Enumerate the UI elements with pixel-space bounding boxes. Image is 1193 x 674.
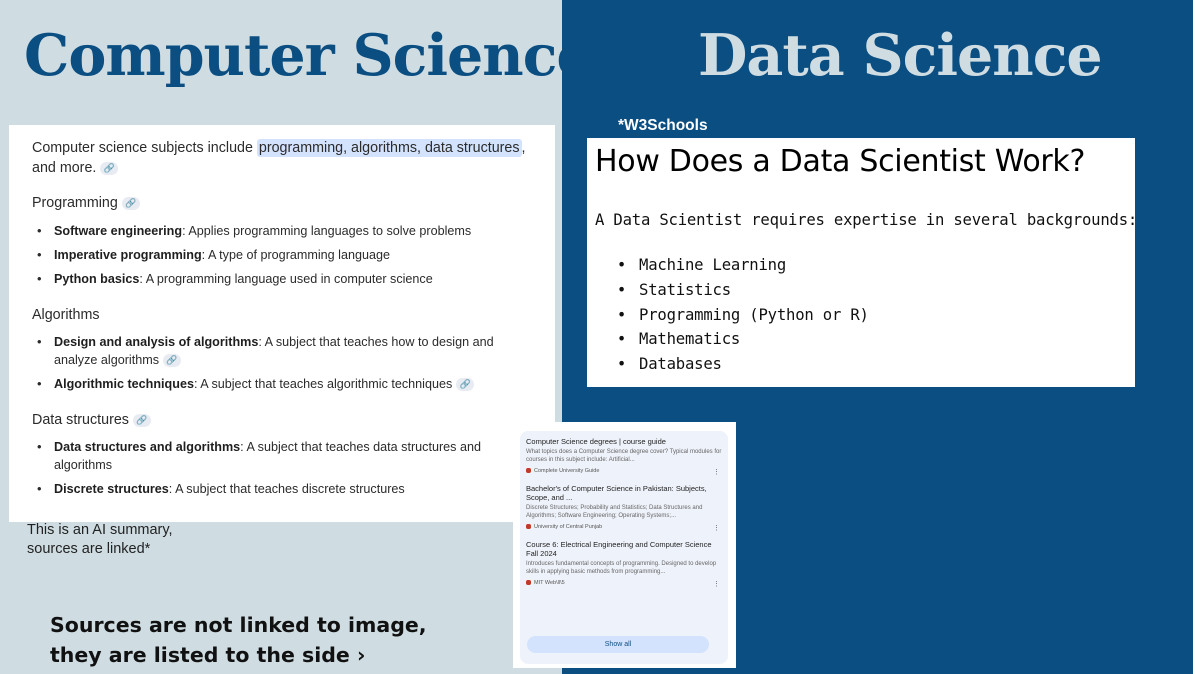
source-site: MIT Web\ll\5 (534, 580, 565, 586)
ai-note-line2: sources are linked* (27, 541, 151, 557)
list-item: Data structures and algorithms: A subjec… (32, 438, 512, 474)
w3schools-card: How Does a Data Scientist Work? A Data S… (587, 138, 1138, 387)
sources-note-line1: Sources are not linked to image, (50, 613, 427, 637)
source-title[interactable]: Computer Science degrees | course guide (526, 437, 722, 446)
link-icon[interactable]: 🔗 (456, 378, 475, 392)
list-item: Machine Learning (617, 253, 869, 278)
source-title[interactable]: Course 6: Electrical Engineering and Com… (526, 540, 722, 558)
list-item: Discrete structures: A subject that teac… (32, 480, 512, 498)
ai-summary-note: This is an AI summary, sources are linke… (27, 521, 173, 559)
site-favicon-icon (526, 580, 531, 586)
intro-highlight[interactable]: programming, algorithms, data structures (256, 139, 522, 157)
data-structures-list: Data structures and algorithms: A subjec… (32, 438, 512, 504)
source-title[interactable]: Bachelor's of Computer Science in Pakist… (526, 484, 722, 502)
intro-suffix: , (521, 140, 526, 156)
source-meta: University of Central Punjab ⋮ (526, 524, 722, 532)
link-icon[interactable]: 🔗 (132, 413, 151, 427)
source-meta: MIT Web\ll\5 ⋮ (526, 580, 722, 588)
list-item: Algorithmic techniques: A subject that t… (32, 375, 512, 393)
list-item: Imperative programming: A type of progra… (32, 246, 512, 264)
list-item: Mathematics (617, 327, 869, 352)
list-item: Databases (617, 352, 869, 377)
w3-heading: How Does a Data Scientist Work? (595, 144, 1086, 179)
sources-card: Computer Science degrees | course guide … (513, 422, 736, 668)
intro-line2: and more. (32, 160, 97, 176)
sources-note-line2: they are listed to the side › (50, 643, 366, 667)
source-site: Complete University Guide (534, 468, 600, 474)
list-item: Python basics: A programming language us… (32, 270, 512, 288)
computer-science-title: Computer Science (24, 22, 593, 89)
link-icon[interactable]: 🔗 (121, 196, 140, 210)
source-meta: Complete University Guide ⋮ (526, 468, 722, 476)
link-icon[interactable]: 🔗 (163, 354, 181, 368)
section-heading-data-structures: Data structures 🔗 (32, 412, 151, 428)
w3schools-label: *W3Schools (618, 117, 708, 134)
site-favicon-icon (526, 524, 531, 530)
sources-note: Sources are not linked to image, they ar… (50, 610, 427, 670)
source-description: What topics does a Computer Science degr… (526, 449, 722, 463)
list-item: Statistics (617, 278, 869, 303)
w3-paragraph: A Data Scientist requires expertise in s… (595, 211, 1138, 229)
sources-list: Computer Science degrees | course guide … (520, 431, 728, 664)
source-description: Discrete Structures; Probability and Sta… (526, 505, 703, 519)
ai-summary-intro: Computer science subjects include progra… (32, 138, 542, 178)
source-item[interactable]: Course 6: Electrical Engineering and Com… (526, 540, 722, 588)
source-description: Introduces fundamental concepts of progr… (526, 561, 717, 575)
ai-summary-panel: Computer science subjects include progra… (9, 125, 555, 522)
more-options-icon[interactable]: ⋮ (713, 468, 720, 476)
source-item[interactable]: Bachelor's of Computer Science in Pakist… (526, 484, 722, 532)
list-item: Software engineering: Applies programmin… (32, 222, 512, 240)
source-item[interactable]: Computer Science degrees | course guide … (526, 437, 722, 476)
show-all-button[interactable]: Show all (527, 636, 709, 653)
more-options-icon[interactable]: ⋮ (713, 580, 720, 588)
section-heading-programming: Programming 🔗 (32, 195, 140, 211)
programming-list: Software engineering: Applies programmin… (32, 222, 512, 294)
link-icon[interactable]: 🔗 (100, 161, 119, 175)
list-item: Design and analysis of algorithms: A sub… (32, 333, 512, 369)
intro-prefix: Computer science subjects include (32, 140, 257, 156)
ai-note-line1: This is an AI summary, (27, 522, 173, 538)
section-heading-algorithms: Algorithms (32, 307, 100, 323)
list-item: Programming (Python or R) (617, 303, 869, 328)
more-options-icon[interactable]: ⋮ (713, 524, 720, 532)
algorithms-list: Design and analysis of algorithms: A sub… (32, 333, 512, 399)
source-site: University of Central Punjab (534, 524, 603, 530)
data-science-title: Data Science (698, 22, 1103, 89)
w3-list: Machine Learning Statistics Programming … (617, 253, 869, 377)
site-favicon-icon (526, 468, 531, 474)
